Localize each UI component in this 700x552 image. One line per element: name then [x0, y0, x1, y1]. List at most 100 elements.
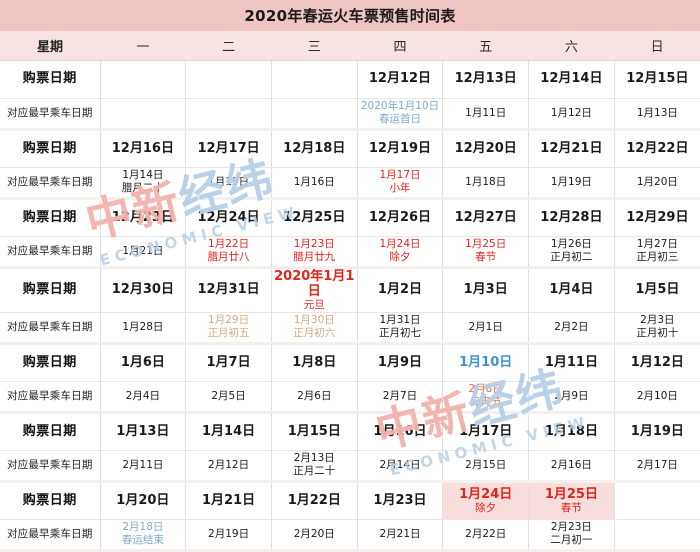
cell-primary-date: 1月11日	[544, 354, 598, 370]
ride-date-cell[interactable]: 1月21日	[100, 236, 187, 269]
buy-date-cell[interactable]: 12月13日	[442, 60, 530, 99]
ride-date-cell[interactable]: 2月6日	[271, 381, 358, 414]
buy-date-cell[interactable]: 12月20日	[442, 129, 530, 168]
buy-date-cell[interactable]: 12月19日	[357, 129, 444, 168]
buy-date-cell[interactable]: 1月10日	[442, 343, 530, 382]
ride-date-cell[interactable]: 1月28日	[100, 312, 187, 345]
ride-date-cell[interactable]: 2月12日	[185, 450, 272, 483]
ride-date-cell[interactable]: 2月5日	[185, 381, 272, 414]
buy-date-cell[interactable]: 1月16日	[357, 412, 444, 451]
buy-date-cell[interactable]	[271, 60, 358, 99]
ride-date-cell[interactable]: 1月16日	[271, 167, 358, 200]
ride-date-cell[interactable]	[100, 98, 187, 131]
ride-date-cell[interactable]: 1月19日	[528, 167, 615, 200]
buy-date-cell[interactable]: 12月22日	[614, 129, 700, 168]
ride-date-cell[interactable]: 1月23日 腊月廿九	[271, 236, 358, 269]
ride-date-cell[interactable]	[185, 98, 272, 131]
ride-date-cell[interactable]: 2月13日 正月二十	[271, 450, 358, 483]
ride-date-cell[interactable]: 1月12日	[528, 98, 615, 131]
cell-primary-date: 2月22日	[465, 527, 507, 540]
buy-date-cell[interactable]: 12月17日	[185, 129, 272, 168]
buy-date-cell[interactable]: 12月16日	[100, 129, 187, 168]
ride-date-cell[interactable]	[271, 98, 358, 131]
buy-date-cell[interactable]: 1月7日	[185, 343, 272, 382]
ride-date-cell[interactable]: 2月11日	[100, 450, 187, 483]
buy-date-cell[interactable]: 12月21日	[528, 129, 615, 168]
buy-date-cell[interactable]: 12月18日	[271, 129, 358, 168]
ride-date-cell[interactable]: 2月10日	[614, 381, 700, 414]
buy-date-cell[interactable]: 1月5日	[614, 267, 700, 313]
ride-date-cell[interactable]: 1月22日 腊月廿八	[185, 236, 272, 269]
buy-date-cell[interactable]: 1月8日	[271, 343, 358, 382]
buy-date-cell[interactable]: 12月23日	[100, 198, 187, 237]
ride-date-cell[interactable]: 2月18日 春运结束	[100, 519, 187, 552]
ride-date-cell[interactable]: 2月1日	[442, 312, 530, 345]
buy-date-cell[interactable]: 12月25日	[271, 198, 358, 237]
buy-date-cell[interactable]: 1月13日	[100, 412, 187, 451]
buy-date-cell[interactable]: 1月25日 春节	[528, 481, 615, 520]
buy-date-cell[interactable]: 12月26日	[357, 198, 444, 237]
buy-date-cell[interactable]: 1月24日 除夕	[442, 481, 530, 520]
buy-date-cell[interactable]: 12月12日	[357, 60, 444, 99]
ride-date-cell[interactable]: 1月25日 春节	[442, 236, 530, 269]
buy-date-cell[interactable]: 1月17日	[442, 412, 530, 451]
ride-date-cell[interactable]: 1月30日 正月初六	[271, 312, 358, 345]
buy-date-cell[interactable]: 1月15日	[271, 412, 358, 451]
buy-date-cell[interactable]: 12月15日	[614, 60, 700, 99]
buy-date-cell[interactable]	[100, 60, 187, 99]
ride-date-cell[interactable]: 1月20日	[614, 167, 700, 200]
buy-date-cell[interactable]	[614, 481, 700, 520]
ride-date-cell[interactable]: 2月4日	[100, 381, 187, 414]
ride-date-cell[interactable]: 2月14日	[357, 450, 444, 483]
buy-date-cell[interactable]: 2020年1月1日 元旦	[271, 267, 358, 313]
ride-date-cell[interactable]: 2020年1月10日 春运首日	[357, 98, 444, 131]
buy-date-cell[interactable]: 1月4日	[528, 267, 615, 313]
ride-date-cell[interactable]: 2月15日	[442, 450, 530, 483]
ride-date-cell[interactable]: 1月14日 腊月二十	[100, 167, 187, 200]
ride-date-cell[interactable]: 2月19日	[185, 519, 272, 552]
buy-date-cell[interactable]: 1月23日	[357, 481, 444, 520]
ride-date-cell[interactable]: 1月11日	[442, 98, 530, 131]
ride-date-cell[interactable]: 1月17日 小年	[357, 167, 444, 200]
ride-date-cell[interactable]: 2月20日	[271, 519, 358, 552]
buy-date-cell[interactable]: 12月24日	[185, 198, 272, 237]
ride-date-cell[interactable]: 2月22日	[442, 519, 530, 552]
ride-date-cell[interactable]: 1月13日	[614, 98, 700, 131]
ride-date-cell[interactable]: 2月3日 正月初十	[614, 312, 700, 345]
ride-date-cell[interactable]: 2月2日	[528, 312, 615, 345]
buy-date-cell[interactable]: 1月9日	[357, 343, 444, 382]
ride-date-cell[interactable]: 2月7日	[357, 381, 444, 414]
ride-date-cell[interactable]: 1月24日 除夕	[357, 236, 444, 269]
ride-date-cell[interactable]: 2月23日 二月初一	[528, 519, 615, 552]
buy-date-cell[interactable]: 1月14日	[185, 412, 272, 451]
ride-date-cell[interactable]: 1月31日 正月初七	[357, 312, 444, 345]
buy-date-cell[interactable]: 12月29日	[614, 198, 700, 237]
ride-date-cell[interactable]: 1月15日	[185, 167, 272, 200]
buy-date-cell[interactable]: 1月3日	[442, 267, 530, 313]
buy-date-cell[interactable]	[185, 60, 272, 99]
ride-date-cell[interactable]: 2月8日 元宵节	[442, 381, 530, 414]
buy-date-cell[interactable]: 1月18日	[528, 412, 615, 451]
ride-date-cell[interactable]: 1月29日 正月初五	[185, 312, 272, 345]
ride-date-cell[interactable]: 2月9日	[528, 381, 615, 414]
ride-date-cell[interactable]: 1月18日	[442, 167, 530, 200]
buy-date-cell[interactable]: 1月11日	[528, 343, 615, 382]
buy-date-cell[interactable]: 1月21日	[185, 481, 272, 520]
buy-date-cell[interactable]: 1月22日	[271, 481, 358, 520]
buy-date-cell[interactable]: 12月28日	[528, 198, 615, 237]
buy-date-cell[interactable]: 1月6日	[100, 343, 187, 382]
ride-date-cell[interactable]: 1月26日 正月初二	[528, 236, 615, 269]
ride-date-cell[interactable]: 2月16日	[528, 450, 615, 483]
buy-date-cell[interactable]: 12月30日	[100, 267, 187, 313]
ride-date-cell[interactable]: 1月27日 正月初三	[614, 236, 700, 269]
buy-date-cell[interactable]: 1月19日	[614, 412, 700, 451]
buy-date-cell[interactable]: 1月2日	[357, 267, 444, 313]
buy-date-cell[interactable]: 12月27日	[442, 198, 530, 237]
buy-date-cell[interactable]: 1月12日	[614, 343, 700, 382]
buy-date-cell[interactable]: 12月31日	[185, 267, 272, 313]
ride-date-cell[interactable]	[614, 519, 700, 552]
buy-date-cell[interactable]: 12月14日	[528, 60, 615, 99]
ride-date-cell[interactable]: 2月21日	[357, 519, 444, 552]
buy-date-cell[interactable]: 1月20日	[100, 481, 187, 520]
ride-date-cell[interactable]: 2月17日	[614, 450, 700, 483]
